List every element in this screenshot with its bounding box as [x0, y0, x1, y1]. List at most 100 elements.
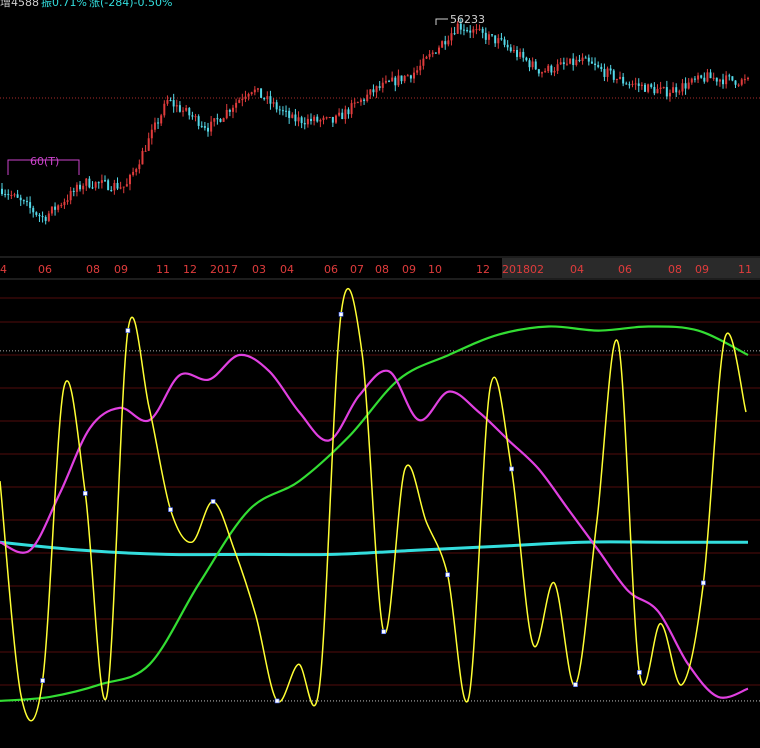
price-candle-body — [35, 212, 38, 215]
price-candle-body — [75, 184, 78, 192]
price-candle-body — [91, 187, 94, 189]
price-candle-body — [437, 47, 440, 54]
price-candle-body — [269, 96, 272, 104]
price-candle-body — [44, 216, 47, 221]
price-candle-body — [619, 76, 622, 79]
price-candle-body — [141, 150, 144, 165]
price-candle-body — [525, 57, 528, 61]
price-candle-body — [182, 110, 185, 112]
price-candle-body — [244, 96, 247, 99]
chart-svg[interactable]: 56233 60(T) 4 06 08 09 11 12 2017 03 04 06 07 08 09 10 1… — [0, 0, 760, 748]
price-candle-body — [285, 110, 288, 112]
price-candle-body — [725, 75, 728, 85]
price-candle-body — [63, 201, 66, 206]
price-candle-body — [41, 216, 44, 218]
price-candle-body — [32, 207, 35, 213]
price-candle-body — [668, 92, 671, 97]
price-candle-body — [381, 82, 384, 88]
price-candle-body — [128, 174, 131, 185]
price-candle-body — [113, 182, 116, 191]
price-candle-body — [219, 118, 222, 122]
time-axis-tick-label: 12 — [183, 263, 197, 276]
time-axis-tick-label: 08 — [86, 263, 100, 276]
price-candle-body — [163, 103, 166, 116]
time-axis-tick-label: 11 — [738, 263, 752, 276]
signal-marker — [274, 698, 280, 704]
price-candle-body — [334, 115, 337, 123]
price-candle-body — [166, 100, 169, 104]
price-candle-body — [743, 79, 746, 81]
price-candle-body — [160, 115, 163, 124]
price-candle-body — [628, 84, 631, 86]
price-candle-body — [16, 194, 19, 198]
price-candle-body — [597, 65, 600, 67]
price-candle-body — [722, 79, 725, 85]
price-candle-body — [487, 34, 490, 40]
price-candle-body — [250, 92, 253, 94]
price-candle-body — [178, 105, 181, 112]
price-candle-body — [581, 57, 584, 62]
price-candle-body — [497, 38, 500, 44]
price-candle-body — [363, 99, 366, 102]
price-candle-body — [547, 65, 550, 72]
price-candle-body — [603, 68, 606, 77]
price-candle-body — [50, 206, 53, 214]
price-candle-body — [388, 80, 391, 82]
signal-marker — [509, 466, 514, 472]
price-candle-body — [316, 116, 319, 122]
time-axis-tick-label: 2017 — [210, 263, 238, 276]
price-candle-body — [228, 109, 231, 112]
price-candle-body — [397, 75, 400, 86]
price-candle-body — [7, 194, 10, 196]
price-candle-body — [331, 116, 334, 123]
price-candle-body — [169, 100, 172, 102]
time-axis-tick-label: 06 — [324, 263, 338, 276]
price-candle-body — [575, 59, 578, 66]
price-candle-body — [413, 72, 416, 79]
price-candle-body — [203, 126, 206, 128]
price-candle-body — [66, 200, 69, 202]
price-candle-body — [494, 35, 497, 44]
price-candle-body — [537, 69, 540, 74]
price-candle-body — [690, 78, 693, 83]
price-candle-body — [344, 109, 347, 120]
price-candle-body — [428, 54, 431, 57]
price-candle-body — [172, 100, 175, 107]
price-candle-body — [384, 80, 387, 83]
price-candle-body — [491, 34, 494, 36]
price-candle-body — [110, 189, 113, 191]
price-candle-body — [625, 83, 628, 85]
price-candle-body — [356, 102, 359, 104]
signal-marker — [40, 678, 45, 683]
price-candle-body — [347, 109, 350, 115]
price-candle-body — [25, 201, 28, 203]
price-candle-body — [278, 109, 281, 111]
price-candle-body — [350, 103, 353, 115]
price-candle-body — [662, 87, 665, 89]
peak-label: 56233 — [450, 13, 485, 26]
price-candle-body — [194, 116, 197, 118]
price-candle-body — [590, 61, 593, 64]
price-candle-body — [600, 66, 603, 69]
price-candle-body — [534, 61, 537, 70]
price-candle-body — [263, 97, 266, 100]
price-candle-body — [47, 213, 50, 221]
price-candle-body — [260, 88, 263, 98]
price-candle-body — [478, 28, 481, 30]
price-candle-body — [88, 178, 91, 188]
price-candle-body — [693, 78, 696, 80]
price-candle-body — [431, 52, 434, 55]
price-candle-body — [637, 83, 640, 86]
price-candle-body — [100, 180, 103, 183]
time-axis-tick-label: 08 — [375, 263, 389, 276]
price-candle-body — [328, 116, 331, 118]
price-candle-body — [681, 83, 684, 92]
price-candle-body — [403, 75, 406, 82]
price-candle-body — [97, 182, 100, 184]
price-candle-body — [266, 96, 269, 100]
signal-marker — [573, 682, 578, 687]
price-candle-body — [253, 89, 256, 93]
price-candle-body — [116, 182, 119, 189]
price-candle-body — [313, 116, 316, 122]
price-candle-body — [366, 94, 369, 102]
